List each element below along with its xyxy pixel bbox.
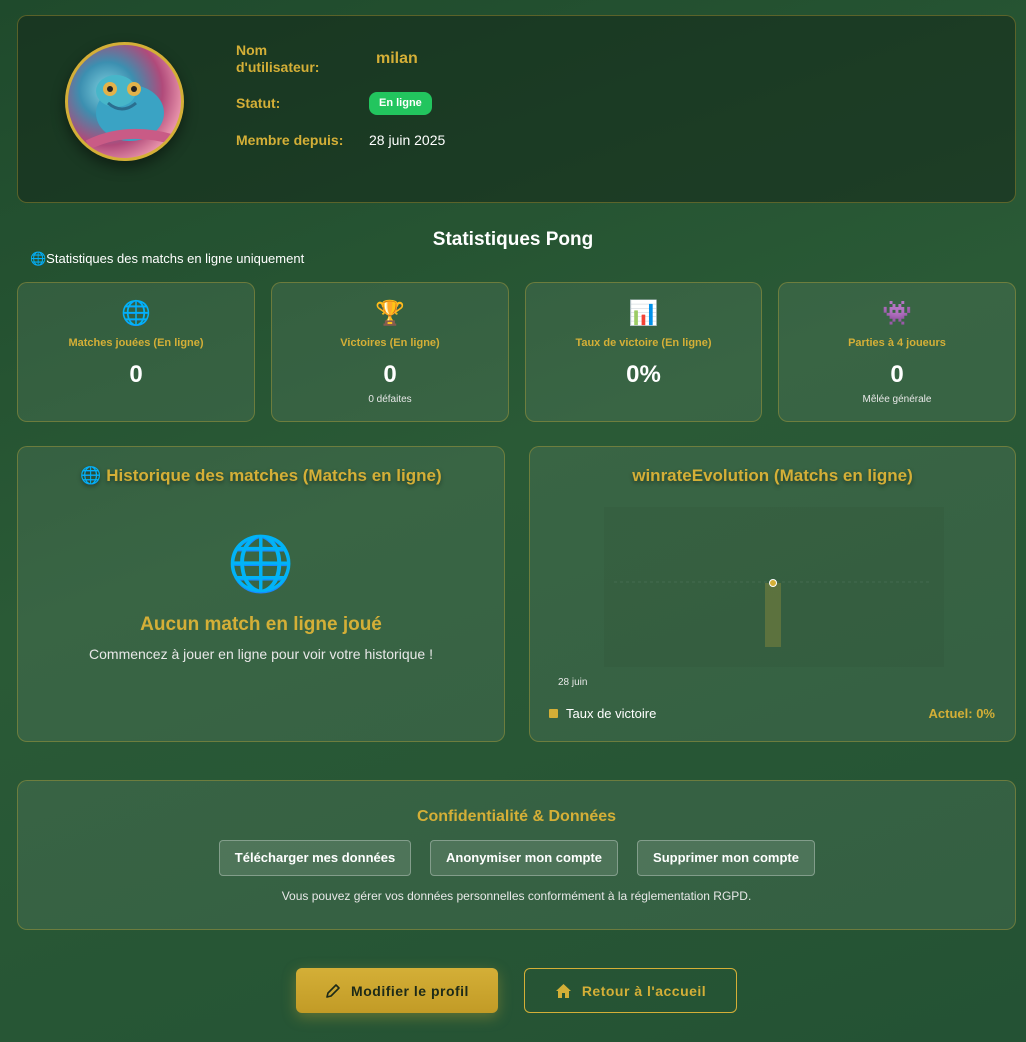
stat-label: Victoires (En ligne) (340, 337, 440, 349)
online-note: 🌐Statistiques des matchs en ligne unique… (30, 251, 305, 266)
globe-icon: 🌐 (227, 534, 295, 594)
stat-value: 0 (383, 361, 397, 388)
username-label: Nom d'utilisateur: (236, 42, 320, 75)
empty-subtitle: Commencez à jouer en ligne pour voir vot… (89, 646, 433, 662)
stat-label: Taux de victoire (En ligne) (575, 337, 712, 349)
stat-label: Matches jouées (En ligne) (68, 337, 204, 349)
winrate-panel: winrateEvolution (Matchs en ligne) 28 ju… (529, 446, 1016, 742)
pencil-icon (326, 983, 340, 998)
stats-title: Statistiques Pong (432, 229, 594, 250)
delete-account-button[interactable]: Supprimer mon compte (637, 840, 815, 876)
winrate-area (765, 583, 781, 647)
status-label: Statut: (236, 95, 281, 111)
download-data-button[interactable]: Télécharger mes données (219, 840, 411, 876)
anonymize-account-button[interactable]: Anonymiser mon compte (430, 840, 618, 876)
member-since-label: Membre depuis: (236, 132, 344, 148)
history-title: 🌐 Historique des matches (Matchs en lign… (80, 466, 442, 485)
edit-profile-label: Modifier le profil (351, 982, 469, 999)
current-winrate: Actuel: 0% (928, 706, 995, 721)
bar-chart-icon: 📊 (628, 300, 659, 327)
stat-label: Parties à 4 joueurs (848, 337, 946, 349)
empty-title: Aucun match en ligne joué (140, 614, 382, 635)
match-history-panel: 🌐 Historique des matches (Matchs en lign… (17, 446, 505, 742)
trophy-icon: 🏆 (375, 300, 405, 327)
home-icon (555, 983, 571, 998)
stat-value: 0 (890, 361, 904, 388)
privacy-title: Confidentialité & Données (416, 808, 617, 825)
privacy-section: Confidentialité & Données Télécharger me… (17, 780, 1016, 930)
globe-icon: 🌐 (121, 300, 151, 327)
stat-sub: 0 défaites (368, 394, 412, 405)
stat-value: 0 (129, 361, 143, 388)
back-home-button[interactable]: Retour à l'accueil (524, 968, 737, 1013)
stat-card-4players: 👾 Parties à 4 joueurs 0 Mêlée générale (778, 282, 1016, 422)
x-tick-label: 28 juin (558, 677, 587, 688)
username-value: milan (376, 50, 418, 67)
edit-profile-button[interactable]: Modifier le profil (296, 968, 498, 1013)
member-since-value: 28 juin 2025 (369, 132, 446, 148)
stat-card-matches: 🌐 Matches jouées (En ligne) 0 (17, 282, 255, 422)
avatar (65, 42, 184, 161)
stat-card-victories: 🏆 Victoires (En ligne) 0 0 défaites (271, 282, 509, 422)
status-badge: En ligne (369, 92, 432, 115)
back-home-label: Retour à l'accueil (581, 982, 707, 999)
chameleon-image (85, 75, 180, 150)
winrate-point (769, 579, 777, 587)
winrate-chart: 28 juin (558, 579, 930, 688)
stat-card-winrate: 📊 Taux de victoire (En ligne) 0% (525, 282, 762, 422)
legend-swatch (549, 709, 558, 718)
profile-card: Nom d'utilisateur: milan Statut: En lign… (17, 15, 1016, 203)
stat-sub: Mêlée générale (862, 394, 932, 405)
stat-value: 0% (626, 361, 661, 388)
alien-monster-icon: 👾 (882, 300, 912, 327)
legend-label: Taux de victoire (566, 706, 657, 721)
privacy-note: Vous pouvez gérer vos données personnell… (281, 889, 752, 903)
